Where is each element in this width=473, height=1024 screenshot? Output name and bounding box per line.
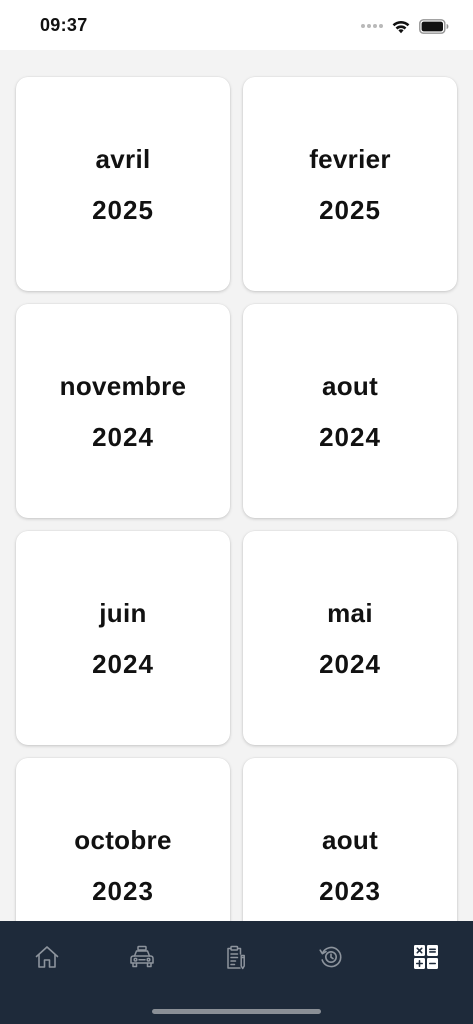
tab-home[interactable] xyxy=(25,935,69,979)
card-month: novembre xyxy=(59,370,187,401)
tab-calculator[interactable] xyxy=(404,935,448,979)
battery-icon xyxy=(419,18,449,34)
month-grid: avril 2025 fevrier 2025 novembre 2024 ao… xyxy=(16,77,457,972)
card-month: mai xyxy=(327,597,373,628)
card-year: 2023 xyxy=(319,875,381,906)
month-card[interactable]: avril 2025 xyxy=(16,77,230,291)
status-bar: 09:37 xyxy=(0,0,473,50)
tab-bar xyxy=(0,921,473,1024)
history-clock-icon xyxy=(319,946,342,968)
home-indicator[interactable] xyxy=(152,1009,321,1014)
status-time: 09:37 xyxy=(40,15,88,35)
card-year: 2024 xyxy=(92,648,154,679)
card-month: octobre xyxy=(74,824,172,855)
card-month: aout xyxy=(321,370,379,401)
card-month: avril xyxy=(95,143,151,174)
card-year: 2025 xyxy=(319,194,381,225)
signal-dots-icon xyxy=(361,24,383,28)
card-month: aout xyxy=(321,824,379,855)
tab-history[interactable] xyxy=(309,935,353,979)
taxi-icon xyxy=(130,945,154,968)
card-year: 2023 xyxy=(92,875,154,906)
status-icons xyxy=(361,16,449,36)
tab-reports[interactable] xyxy=(214,935,258,979)
tab-row xyxy=(0,935,473,979)
card-year: 2024 xyxy=(319,648,381,679)
month-card[interactable]: novembre 2024 xyxy=(16,304,230,518)
month-card[interactable]: aout 2024 xyxy=(243,304,457,518)
tab-taxi[interactable] xyxy=(120,935,164,979)
month-card[interactable]: mai 2024 xyxy=(243,531,457,745)
wifi-icon xyxy=(391,19,411,34)
card-year: 2024 xyxy=(319,421,381,452)
screen: 09:37 avril 2025 fevrier 2025 novembre 2… xyxy=(0,0,473,1024)
calculator-icon xyxy=(414,945,438,969)
clipboard-pencil-icon xyxy=(227,945,245,970)
card-month: juin xyxy=(99,597,147,628)
card-year: 2025 xyxy=(92,194,154,225)
month-card[interactable]: juin 2024 xyxy=(16,531,230,745)
month-card[interactable]: fevrier 2025 xyxy=(243,77,457,291)
home-icon xyxy=(35,946,59,968)
card-month: fevrier xyxy=(309,143,391,174)
card-year: 2024 xyxy=(92,421,154,452)
